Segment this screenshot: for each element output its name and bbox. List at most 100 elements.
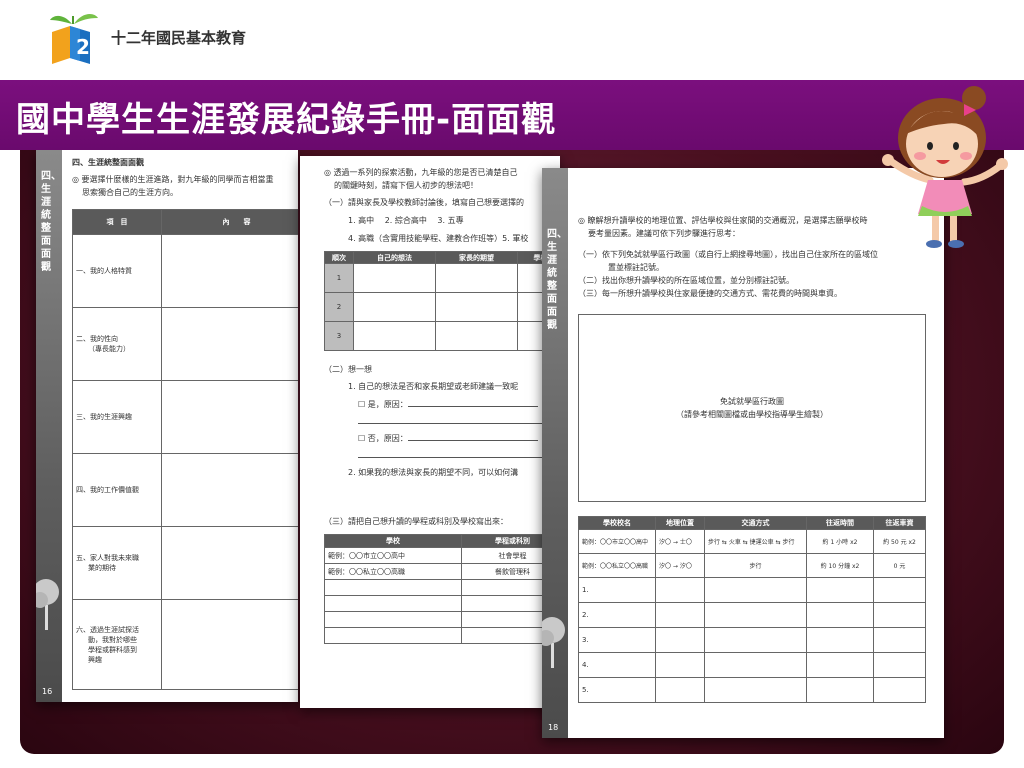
row-interest: 三、我的生涯興趣 [72, 380, 162, 454]
col-round-trip-time: 往返時間 [806, 516, 874, 530]
blank-cell [806, 602, 874, 628]
row-label: 六、透過生涯試探活 [76, 625, 139, 634]
content-cell [161, 307, 298, 381]
school-cell [324, 579, 462, 596]
example-cell: 範例：〇〇市立〇〇高中 [578, 529, 656, 554]
blank-cell [873, 677, 926, 703]
svg-text:2: 2 [76, 35, 90, 59]
example-cell: 約 50 元 x2 [873, 529, 926, 554]
blank-cell [655, 677, 705, 703]
commute-table: 學校校名 地理位置 交通方式 往返時間 往返車資 範例：〇〇市立〇〇高中 汐〇 … [578, 516, 926, 703]
sidebar-chapter-label: 四、生涯統整面面觀 [41, 171, 61, 273]
blank-cell [704, 627, 807, 653]
school-cell: 範例：〇〇市立〇〇高中 [324, 547, 462, 564]
map-placeholder-box: 免試就學區行政圖 （請參考相關圖檔或由學校指導學生繪製） [578, 314, 926, 502]
blank-cell [873, 627, 926, 653]
answer-line [358, 411, 543, 424]
school-cell [324, 611, 462, 628]
col-content: 內 容 [161, 209, 298, 235]
preference-table: 順次 自己的想法 家長的期望 學校 1 2 3 [324, 251, 560, 351]
row-number: 4. [578, 652, 656, 678]
example-cell: 約 1 小時 x2 [806, 529, 874, 554]
map-caption-note: （請參考相關圖檔或由學校指導學生繪製） [676, 410, 828, 419]
example-cell: 汐〇 → 汐〇 [655, 553, 705, 578]
content-cell [161, 453, 298, 527]
row-family-expectation: 五、家人對我未來職 業的期待 [72, 526, 162, 600]
title-bar: 國中學生生涯發展紀錄手冊-面面觀 [0, 80, 1024, 150]
blank-cell [655, 652, 705, 678]
own-idea-cell [353, 321, 436, 351]
row-label: 三、我的生涯興趣 [76, 413, 132, 421]
row-label-sub: 興趣 [88, 655, 102, 664]
blank-cell [873, 577, 926, 603]
col-order: 順次 [324, 251, 354, 264]
col-own-idea: 自己的想法 [353, 251, 436, 264]
step-3: （三）每一所想升讀學校與住家最便捷的交通方式、需花費的時間與車資。 [578, 289, 842, 298]
question-2-2: 2. 如果我的想法與家長的期望不同，可以如何溝 [348, 468, 519, 477]
brand-name: 十二年國民基本教育 [111, 29, 247, 47]
question-3: （三）請把自己想升讀的學程或科別及學校寫出來： [324, 517, 508, 526]
no-reason-line: ☐ 否，原因： [324, 432, 560, 445]
row-number: 3. [578, 627, 656, 653]
handbook-preview-area: 四、生涯統整面面觀 16 四、生涯統整面面觀 ◎ 要選擇什麼樣的生涯進路，對九年… [20, 150, 1004, 754]
row-label: 四、我的工作價值觀 [76, 486, 139, 494]
col-school: 學校 [324, 534, 462, 548]
parent-cell [435, 321, 518, 351]
map-caption: 免試就學區行政圖 [720, 397, 784, 406]
blank-cell [873, 652, 926, 678]
question-2: （二）想一想 [324, 365, 372, 374]
school-cell [324, 627, 462, 644]
yes-checkbox-label: ☐ 是，原因： [358, 400, 408, 409]
section-heading: 四、生涯統整面面觀 [72, 158, 144, 167]
example-cell: 0 元 [873, 553, 926, 578]
content-cell [161, 526, 298, 600]
col-school-name: 學校校名 [578, 516, 656, 530]
col-parent-expectation: 家長的期望 [435, 251, 518, 264]
example-cell: 步行 ⇆ 火車 ⇆ 捷運公車 ⇆ 步行 [704, 529, 807, 554]
intro-line-1: ◎ 要選擇什麼樣的生涯進路，對九年級的同學而言相當重 [72, 175, 274, 184]
answer-line [358, 445, 543, 458]
intro-line-2: 的關鍵時刻，請寫下個人初步的想法吧！ [334, 181, 478, 190]
example-cell: 汐〇 → 士〇 [655, 529, 705, 554]
row-label-sub: 學程或群科感到 [88, 645, 137, 654]
row-label: 二、我的性向 [76, 335, 118, 343]
row-label-sub: （專長能力） [88, 345, 130, 353]
row-aptitude: 二、我的性向 （專長能力） [72, 307, 162, 381]
row-label-sub: 動，我對於哪些 [88, 635, 137, 644]
career-summary-table: 項 目 內 容 一、我的人格特質 二、我的性向 （專長能力） 三、我的生涯興趣 四… [72, 209, 298, 690]
row-label: 一、我的人格特質 [76, 267, 132, 275]
step-1-cont: 置並標註記號。 [608, 263, 664, 272]
own-idea-cell [353, 292, 436, 322]
row-personality: 一、我的人格特質 [72, 234, 162, 308]
page-1-sidebar: 四、生涯統整面面觀 16 [36, 150, 62, 702]
row-number: 3 [324, 321, 354, 351]
row-number: 2 [324, 292, 354, 322]
page-number: 16 [42, 687, 53, 696]
step-2: （二）找出你想升讀學校的所在區域位置，並分別標註記號。 [578, 276, 794, 285]
slide-title: 國中學生生涯發展紀錄手冊-面面觀 [16, 100, 557, 140]
blank-cell [806, 577, 874, 603]
handbook-page-1: 四、生涯統整面面觀 16 四、生涯統整面面觀 ◎ 要選擇什麼樣的生涯進路，對九年… [36, 150, 298, 702]
school-cell [324, 595, 462, 612]
yes-reason-line: ☐ 是，原因： [324, 398, 560, 411]
content-cell [161, 234, 298, 308]
row-number: 1. [578, 577, 656, 603]
option-line-2: 4. 高職（含實用技能學程、建教合作班等）5. 軍校 [348, 234, 529, 243]
top-bar: 2 十二年國民基本教育 [0, 0, 1024, 80]
blank-cell [806, 627, 874, 653]
blank-cell [873, 602, 926, 628]
col-round-trip-fare: 往返車資 [873, 516, 926, 530]
row-number: 1 [324, 263, 354, 293]
sidebar-chapter-label: 四、生涯統整面面觀 [547, 229, 567, 331]
intro-line-2: 思索獨合自己的生涯方向。 [82, 188, 178, 197]
blank-cell [704, 577, 807, 603]
blank-cell [704, 652, 807, 678]
page-3-sidebar: 四、生涯統整面面觀 18 [542, 168, 568, 738]
tree-illustration [542, 617, 565, 668]
row-label-sub: 業的期待 [88, 564, 116, 572]
blank-cell [704, 602, 807, 628]
no-checkbox-label: ☐ 否，原因： [358, 434, 408, 443]
col-location: 地理位置 [655, 516, 705, 530]
own-idea-cell [353, 263, 436, 293]
blank-cell [806, 652, 874, 678]
